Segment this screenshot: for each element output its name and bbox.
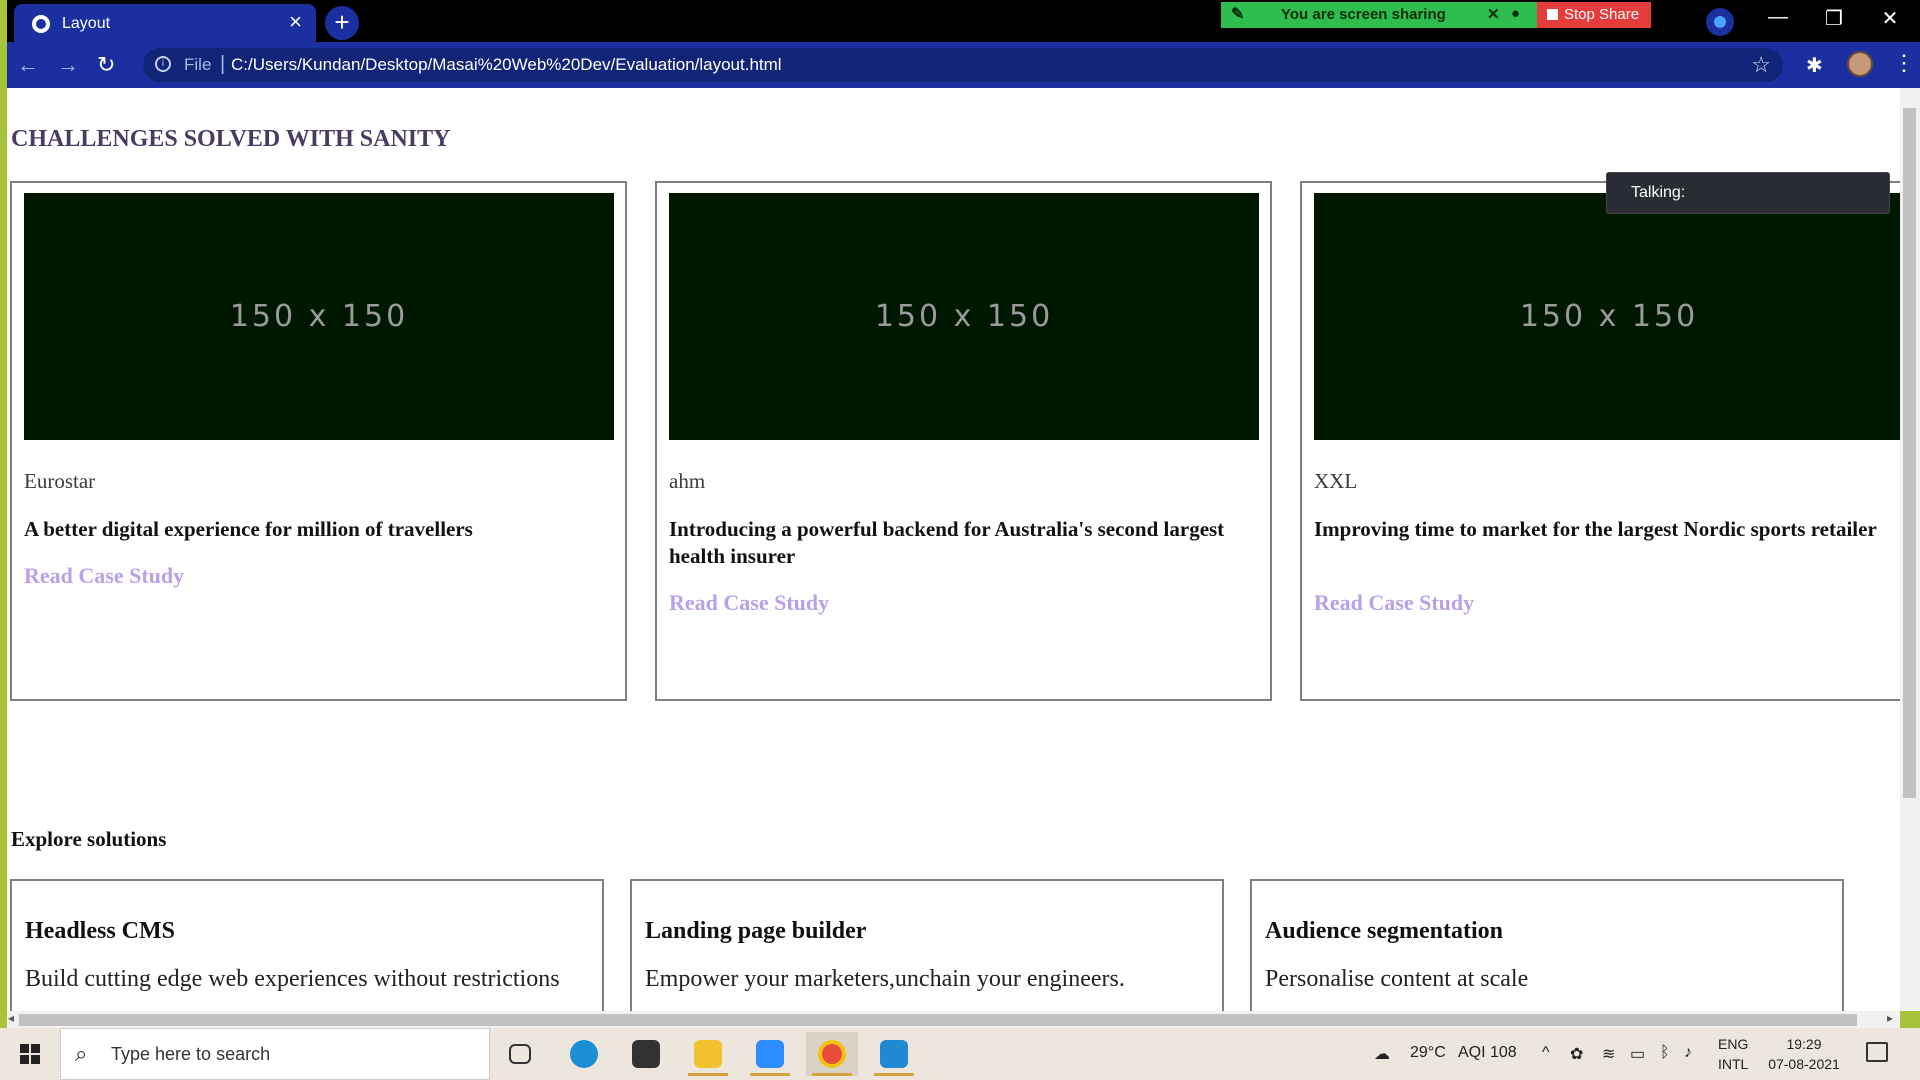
screen-share-banner: ✎ You are screen sharing ✕ ● — [1221, 2, 1537, 28]
minimize-button[interactable]: — — [1758, 6, 1798, 29]
taskbar-clock[interactable]: 19:29 07-08-2021 — [1764, 1034, 1844, 1074]
solution-description: Build cutting edge web experiences witho… — [25, 966, 560, 992]
page-viewport: CHALLENGES SOLVED WITH SANITY 150 x 150 … — [7, 88, 1900, 1011]
solution-card: Audience segmentation Personalise conten… — [1250, 879, 1844, 1011]
clock-time: 19:29 — [1786, 1036, 1822, 1052]
url-text[interactable]: C:/Users/Kundan/Desktop/Masai%20Web%20De… — [231, 55, 782, 75]
browser-tab[interactable]: Layout × — [14, 4, 316, 42]
horizontal-scroll-thumb[interactable] — [19, 1014, 1857, 1026]
address-bar[interactable]: i File | C:/Users/Kundan/Desktop/Masai%2… — [143, 48, 1783, 82]
case-study-card: 150 x 150 XXL Improving time to market f… — [1300, 181, 1900, 701]
solution-card: Landing page builder Empower your market… — [630, 879, 1224, 1011]
read-case-study-link[interactable]: Read Case Study — [669, 590, 829, 616]
card-headline: Introducing a powerful backend for Austr… — [669, 517, 1225, 568]
vertical-scroll-thumb[interactable] — [1903, 108, 1916, 798]
lang-top: ENG — [1718, 1036, 1749, 1052]
talking-indicator: Talking: — [1606, 172, 1890, 214]
horizontal-scrollbar[interactable]: ◂ ▸ — [7, 1011, 1900, 1028]
forward-icon[interactable]: → — [57, 52, 79, 78]
read-case-study-link[interactable]: Read Case Study — [24, 563, 184, 589]
bug-icon[interactable]: ✿ — [1570, 1044, 1583, 1064]
extensions-icon[interactable]: ✱ — [1806, 53, 1823, 78]
language-indicator[interactable]: ENG INTL — [1718, 1034, 1748, 1074]
stop-share-button[interactable]: Stop Share — [1537, 2, 1651, 28]
notification-icon[interactable] — [1866, 1042, 1888, 1062]
task-view-icon[interactable] — [494, 1032, 546, 1076]
back-icon[interactable]: ← — [17, 52, 39, 78]
solution-description: Empower your marketers,unchain your engi… — [645, 966, 1125, 992]
case-study-card: 150 x 150 ahm Introducing a powerful bac… — [655, 181, 1272, 701]
scroll-left-arrow[interactable]: ◂ — [8, 1011, 14, 1025]
info-icon[interactable]: i — [155, 56, 171, 72]
read-case-study-link[interactable]: Read Case Study — [1314, 590, 1474, 616]
solution-description: Personalise content at scale — [1265, 966, 1529, 992]
url-separator: | — [220, 53, 226, 75]
url-scheme: File — [184, 55, 212, 74]
zoom-icon[interactable] — [1706, 8, 1734, 36]
zoom-app-icon[interactable] — [744, 1032, 796, 1076]
vscode-icon[interactable] — [868, 1032, 920, 1076]
placeholder-image: 150 x 150 — [1314, 193, 1900, 440]
new-tab-button[interactable]: + — [325, 6, 359, 40]
screen-share-message: You are screen sharing — [1281, 6, 1446, 23]
clock-date: 07-08-2021 — [1768, 1056, 1840, 1072]
card-headline: Improving time to market for the largest… — [1314, 517, 1877, 541]
solution-card: Headless CMS Build cutting edge web expe… — [10, 879, 604, 1011]
solution-title: Headless CMS — [25, 918, 175, 944]
card-brand: Eurostar — [24, 469, 96, 493]
battery-icon[interactable]: ▭ — [1630, 1044, 1645, 1064]
pencil-icon[interactable]: ✎ — [1231, 4, 1244, 24]
mic-muted-icon[interactable]: ✕ — [1487, 5, 1500, 23]
close-window-button[interactable]: ✕ — [1870, 6, 1910, 31]
taskbar-search[interactable]: ⌕ Type here to search — [60, 1028, 490, 1080]
speaker-icon[interactable]: ♪ — [1684, 1044, 1692, 1062]
placeholder-image: 150 x 150 — [24, 193, 614, 440]
placeholder-image: 150 x 150 — [669, 193, 1259, 440]
weather-temp[interactable]: 29°C — [1410, 1044, 1446, 1062]
browser-menu-icon[interactable]: ⋮ — [1893, 50, 1915, 76]
card-headline: A better digital experience for million … — [24, 517, 473, 541]
solution-title: Landing page builder — [645, 918, 867, 944]
edge-icon[interactable] — [558, 1032, 610, 1076]
globe-icon — [32, 15, 50, 33]
card-brand: XXL — [1314, 469, 1358, 493]
weather-icon[interactable]: ☁ — [1374, 1044, 1390, 1064]
case-study-card: 150 x 150 Eurostar A better digital expe… — [10, 181, 627, 701]
chevron-up-icon[interactable]: ^ — [1542, 1044, 1550, 1062]
bluetooth-icon[interactable]: ᛒ — [1660, 1044, 1670, 1062]
chrome-icon[interactable] — [806, 1032, 858, 1076]
windows-taskbar: ⌕ Type here to search ☁ 29°C AQI 108 ^ ✿… — [0, 1028, 1920, 1080]
reload-icon[interactable]: ↻ — [97, 52, 115, 78]
lang-bottom: INTL — [1718, 1056, 1749, 1072]
stop-icon — [1547, 9, 1558, 20]
challenges-heading: CHALLENGES SOLVED WITH SANITY — [11, 126, 451, 152]
search-placeholder: Type here to search — [111, 1044, 271, 1064]
search-icon: ⌕ — [75, 1041, 88, 1066]
bookmark-star-icon[interactable]: ☆ — [1751, 52, 1771, 78]
tab-title: Layout — [62, 15, 111, 32]
store-icon[interactable] — [620, 1032, 672, 1076]
browser-toolbar: ← → ↻ i File | C:/Users/Kundan/Desktop/M… — [7, 42, 1920, 88]
weather-aqi[interactable]: AQI 108 — [1458, 1044, 1517, 1062]
solution-title: Audience segmentation — [1265, 918, 1503, 944]
vertical-scrollbar[interactable] — [1900, 88, 1920, 1011]
wifi-icon[interactable]: ≋ — [1602, 1044, 1615, 1064]
profile-avatar[interactable] — [1847, 51, 1873, 77]
stop-share-label: Stop Share — [1564, 6, 1640, 23]
restore-button[interactable]: ❐ — [1814, 6, 1854, 31]
card-brand: ahm — [669, 469, 706, 493]
explore-heading: Explore solutions — [11, 827, 167, 851]
windows-start-icon[interactable] — [20, 1044, 40, 1064]
tab-close-button[interactable]: × — [289, 10, 302, 34]
scroll-right-arrow[interactable]: ▸ — [1887, 1011, 1893, 1025]
file-explorer-icon[interactable] — [682, 1032, 734, 1076]
talking-label: Talking: — [1631, 184, 1686, 201]
shield-icon[interactable]: ● — [1511, 5, 1520, 22]
